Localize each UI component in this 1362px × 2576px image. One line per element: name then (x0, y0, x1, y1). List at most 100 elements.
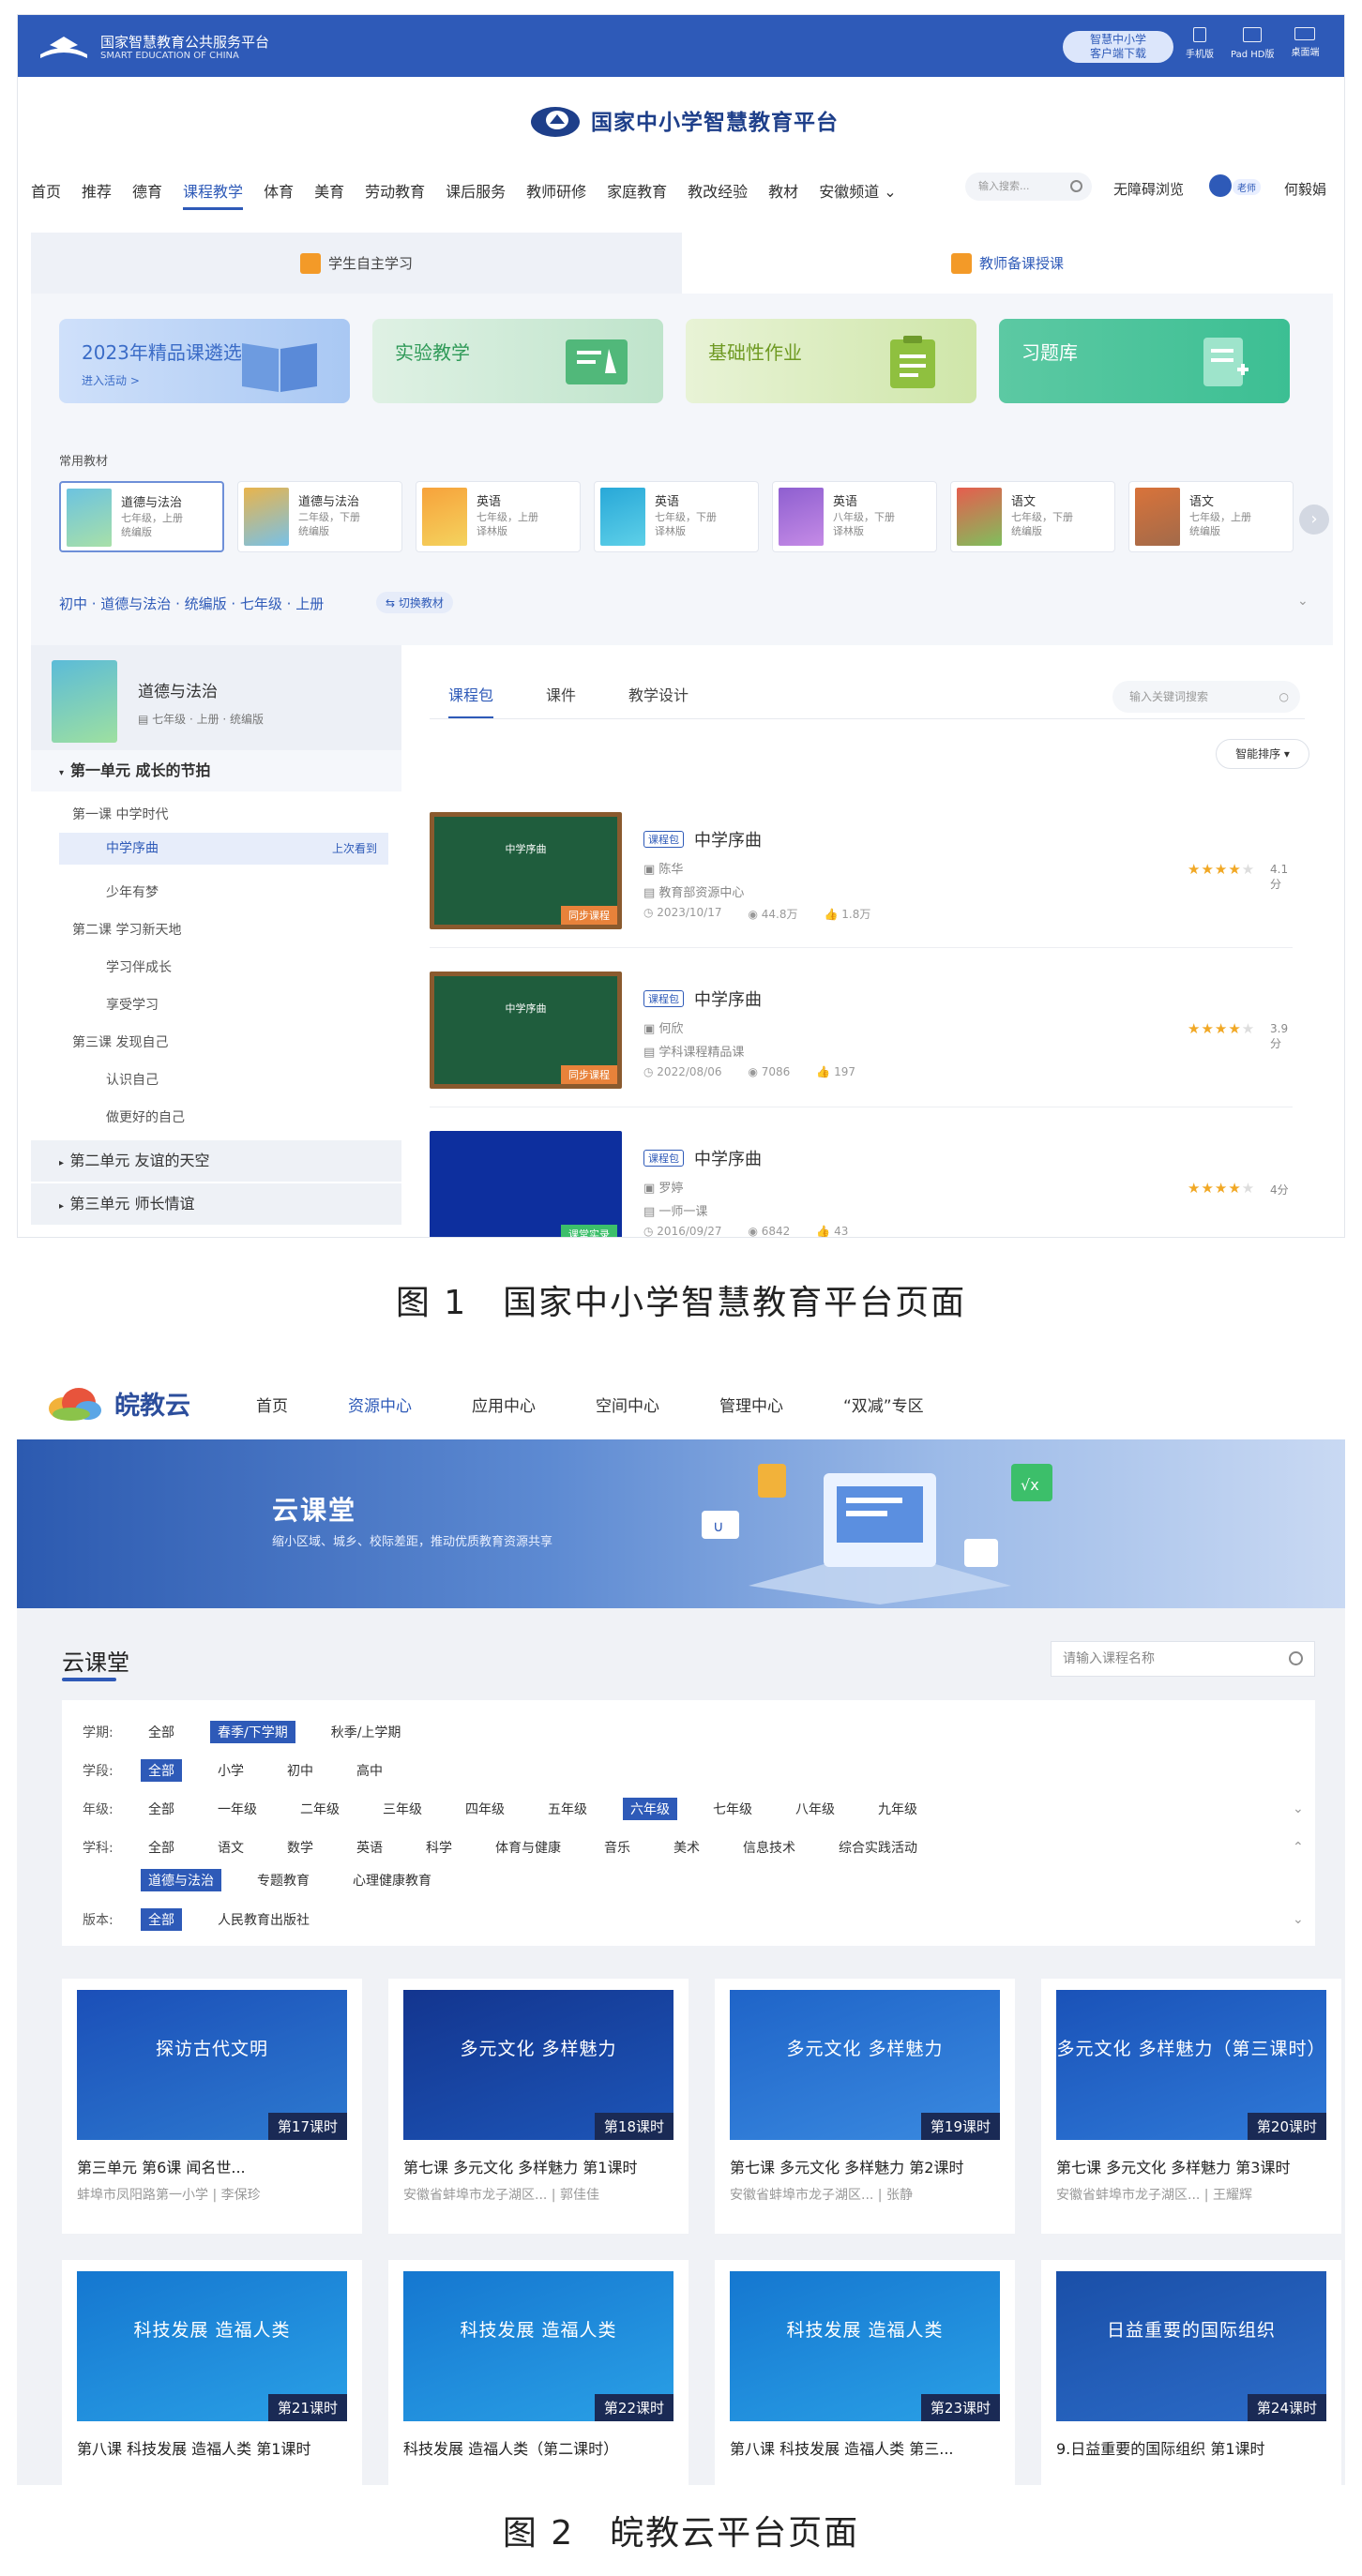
video-item[interactable]: 中学序曲 同步课程 课程包 中学序曲 ▣ 何欣 ▤ 学科课程精品课 ◷ 2022/… (430, 972, 1293, 1112)
filter-option[interactable]: 综合实践活动 (831, 1836, 925, 1859)
pad-link[interactable]: Pad HD版 (1231, 27, 1274, 60)
section-item[interactable]: 少年有梦 (106, 882, 159, 901)
filter-option[interactable]: 高中 (349, 1759, 390, 1782)
nav-app-center[interactable]: 应用中心 (472, 1393, 536, 1416)
unit-1[interactable]: ▾ 第一单元 成长的节拍 (31, 750, 401, 791)
filter-option[interactable]: 信息技术 (735, 1836, 803, 1859)
nav-recommend[interactable]: 推荐 (82, 179, 112, 202)
nav-arts[interactable]: 美育 (314, 179, 344, 202)
filter-option[interactable]: 音乐 (597, 1836, 638, 1859)
filter-option-active[interactable]: 六年级 (623, 1798, 677, 1820)
course-card[interactable]: 多元文化 多样魅力 第19课时 第七课 多元文化 多样魅力 第2课时 安徽省蚌埠市龙子… (715, 1979, 1015, 2234)
filter-option[interactable]: 秋季/上学期 (324, 1721, 409, 1743)
course-title[interactable]: 第八课 科技发展 造福人类 第三... (730, 2436, 1000, 2459)
textbook-item[interactable]: 英语 七年级，上册 译林版 (416, 481, 581, 552)
filter-option[interactable]: 九年级 (870, 1798, 925, 1820)
chevron-down-icon[interactable]: ⌄ (1297, 594, 1309, 609)
course-card[interactable]: 探访古代文明 第17课时 第三单元 第6课 闻名世... 蚌埠市凤阳路第一小学 | 李… (62, 1979, 362, 2234)
nav-course-teaching[interactable]: 课程教学 (183, 179, 244, 210)
filter-option-active[interactable]: 全部 (141, 1908, 182, 1931)
nav-moral[interactable]: 德育 (132, 179, 162, 202)
keyword-search-input[interactable]: 输入关键词搜索 ○ (1112, 681, 1300, 713)
filter-option[interactable]: 体育与健康 (488, 1836, 568, 1859)
nav-reform[interactable]: 教改经验 (688, 179, 748, 202)
course-title[interactable]: 第七课 多元文化 多样魅力 第2课时 (730, 2155, 1000, 2177)
course-card[interactable]: 科技发展 造福人类 第22课时 科技发展 造福人类（第二课时） (388, 2260, 689, 2485)
filter-option[interactable]: 全部 (141, 1836, 182, 1859)
search-input[interactable]: 输入搜索... (965, 173, 1092, 201)
course-card[interactable]: 多元文化 多样魅力 第18课时 第七课 多元文化 多样魅力 第1课时 安徽省蚌埠市龙子… (388, 1979, 689, 2234)
video-title[interactable]: 中学序曲 (694, 1146, 762, 1170)
filter-option[interactable]: 美术 (666, 1836, 707, 1859)
filter-option[interactable]: 语文 (210, 1836, 251, 1859)
textbook-item[interactable]: 道德与法治 二年级，下册 统编版 (237, 481, 402, 552)
filter-option[interactable]: 全部 (141, 1798, 182, 1820)
accessible-browse-link[interactable]: 无障碍浏览 (1113, 179, 1184, 199)
video-title[interactable]: 中学序曲 (694, 987, 762, 1011)
nav-textbook[interactable]: 教材 (768, 179, 798, 202)
user-name[interactable]: 何毅娟 (1284, 179, 1326, 199)
unit-2[interactable]: ▸ 第二单元 友谊的天空 (31, 1140, 401, 1182)
section-item[interactable]: 享受学习 (106, 995, 159, 1014)
mobile-link[interactable]: 手机版 (1186, 27, 1214, 60)
filter-option[interactable]: 心理健康教育 (345, 1869, 439, 1891)
nav-double-reduction[interactable]: “双减”专区 (843, 1393, 924, 1416)
textbook-item[interactable]: 英语 八年级，下册 译林版 (772, 481, 937, 552)
textbook-item[interactable]: 语文 七年级，下册 统编版 (950, 481, 1115, 552)
filter-option-active[interactable]: 全部 (141, 1759, 182, 1782)
nav-teacher-training[interactable]: 教师研修 (526, 179, 586, 202)
filter-option[interactable]: 三年级 (375, 1798, 430, 1820)
card-experiment[interactable]: 实验教学 (372, 319, 663, 403)
lesson-item[interactable]: 第一课 中学时代 (72, 805, 168, 823)
filter-option-active[interactable]: 春季/下学期 (210, 1721, 295, 1743)
course-title[interactable]: 第八课 科技发展 造福人类 第1课时 (77, 2436, 347, 2459)
course-card[interactable]: 科技发展 造福人类 第23课时 第八课 科技发展 造福人类 第三... (715, 2260, 1015, 2485)
filter-option[interactable]: 专题教育 (250, 1869, 317, 1891)
filter-option[interactable]: 一年级 (210, 1798, 265, 1820)
nav-labor[interactable]: 劳动教育 (365, 179, 425, 202)
lesson-item[interactable]: 第三课 发现自己 (72, 1032, 168, 1051)
filter-option[interactable]: 科学 (418, 1836, 460, 1859)
lesson-item[interactable]: 第二课 学习新天地 (72, 920, 181, 939)
video-title[interactable]: 中学序曲 (694, 827, 762, 851)
chevron-up-icon[interactable]: ⌃ (1293, 1840, 1304, 1855)
nav-resource-center[interactable]: 资源中心 (348, 1393, 412, 1416)
filter-option[interactable]: 五年级 (540, 1798, 595, 1820)
section-item[interactable]: 认识自己 (106, 1070, 159, 1089)
search-icon[interactable] (1289, 1651, 1303, 1665)
chevron-down-icon[interactable]: ⌄ (1293, 1801, 1304, 1816)
textbook-item[interactable]: 道德与法治 七年级，上册 统编版 (59, 481, 224, 552)
video-item[interactable]: 中学序曲 同步课程 课程包 中学序曲 ▣ 陈华 ▤ 教育部资源中心 ◷ 2023/… (430, 812, 1293, 953)
desktop-link[interactable]: 桌面端 (1291, 27, 1319, 60)
filter-option-active[interactable]: 道德与法治 (141, 1869, 221, 1891)
switch-textbook-button[interactable]: ⇆ 切换教材 (376, 592, 453, 613)
nav-anhui[interactable]: 安徽频道 ⌄ (819, 179, 897, 202)
next-arrow-button[interactable]: › (1299, 505, 1329, 535)
course-title[interactable]: 科技发展 造福人类（第二课时） (403, 2436, 673, 2459)
course-title[interactable]: 第三单元 第6课 闻名世... (77, 2155, 347, 2177)
section-item[interactable]: 做更好的自己 (106, 1107, 185, 1126)
filter-option[interactable]: 四年级 (458, 1798, 512, 1820)
nav-space-center[interactable]: 空间中心 (596, 1393, 659, 1416)
filter-option[interactable]: 人民教育出版社 (210, 1908, 317, 1931)
section-item[interactable]: 学习伴成长 (106, 957, 172, 976)
nav-home[interactable]: 首页 (256, 1393, 288, 1416)
nav-home[interactable]: 首页 (31, 179, 61, 202)
video-item[interactable]: 课堂实录 课程包 中学序曲 ▣ 罗婷 ▤ 一师一课 ◷ 2016/09/27 ◉ … (430, 1131, 1293, 1237)
tab-student-study[interactable]: 学生自主学习 (31, 233, 682, 294)
nav-management[interactable]: 管理中心 (719, 1393, 783, 1416)
filter-option[interactable]: 英语 (349, 1836, 390, 1859)
course-title[interactable]: 第七课 多元文化 多样魅力 第3课时 (1056, 2155, 1326, 2177)
filter-option[interactable]: 数学 (280, 1836, 321, 1859)
course-search-input[interactable]: 请输入课程名称 (1051, 1641, 1315, 1677)
avatar[interactable] (1209, 174, 1232, 197)
brand-logo[interactable]: 皖教云 (47, 1385, 190, 1422)
nav-family[interactable]: 家庭教育 (607, 179, 667, 202)
course-card[interactable]: 多元文化 多样魅力（第三课时） 第20课时 第七课 多元文化 多样魅力 第3课时 安徽… (1041, 1979, 1341, 2234)
textbook-item[interactable]: 语文 七年级，上册 统编版 (1128, 481, 1294, 552)
filter-option[interactable]: 二年级 (293, 1798, 347, 1820)
section-item-active[interactable]: 中学序曲 上次看到 (59, 833, 388, 865)
textbook-item[interactable]: 英语 七年级，下册 译林版 (594, 481, 759, 552)
tab-courseware[interactable]: 课件 (546, 683, 576, 719)
filter-option[interactable]: 七年级 (705, 1798, 760, 1820)
